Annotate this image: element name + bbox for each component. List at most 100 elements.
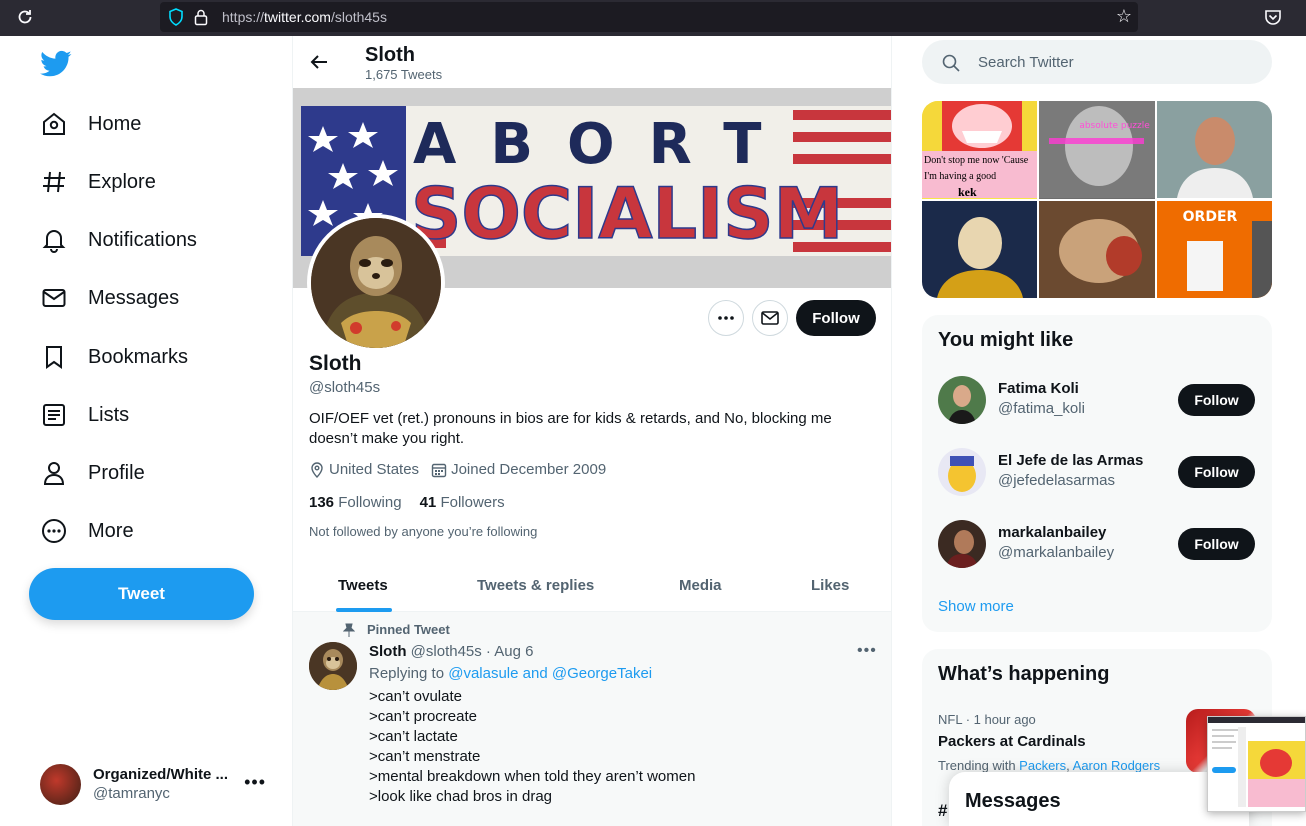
nav-bookmarks[interactable]: Bookmarks [40,337,188,377]
calendar-icon [431,463,447,477]
account-name: Organized/White ... [93,766,229,783]
suggested-user-handle: @markalanbailey [998,544,1115,561]
twitter-logo-icon[interactable] [40,50,72,78]
profile-handle: @sloth45s [309,379,381,396]
more-dots-icon [718,316,734,320]
nav-explore[interactable]: Explore [40,162,156,202]
follow-button[interactable]: Follow [1178,384,1255,416]
profile-name: Sloth [309,352,362,375]
header-name: Sloth [365,44,415,66]
card-title: You might like [938,329,1074,351]
tab-tweets[interactable]: Tweets [338,577,388,594]
lock-icon[interactable] [194,8,208,26]
message-button[interactable] [752,300,788,336]
account-switcher[interactable]: Organized/White ... @tamranyc ••• [40,762,280,806]
mail-icon [761,311,779,325]
search-input[interactable]: Search Twitter [978,54,1074,71]
messages-drawer[interactable]: Messages [949,772,1249,826]
more-options-button[interactable] [708,300,744,336]
order-caption: ORDER [1182,208,1238,225]
reload-icon[interactable] [16,8,36,28]
header-tweet-count: 1,675 Tweets [365,67,443,82]
mail-icon [40,284,68,312]
home-icon [40,110,68,138]
nav-label: Lists [88,403,130,426]
reply-mentions-link[interactable]: @valasule and @GeorgeTakei [448,665,652,682]
nav-notifications[interactable]: Notifications [40,220,197,260]
suggested-user-name: El Jefe de las Armas [998,452,1144,469]
pin-icon [343,623,355,637]
tweet-avatar[interactable] [309,642,357,690]
follow-button[interactable]: Follow [1178,528,1255,560]
screenshot-preview-thumbnail[interactable] [1207,716,1306,812]
media-thumb-order[interactable]: ORDER [1156,200,1272,298]
media-thumb-puzzle[interactable]: absolute puzzle [1039,101,1155,199]
address-bar[interactable]: https://twitter.com/sloth45s ☆ [160,2,1138,32]
account-handle: @tamranyc [93,785,170,802]
you-might-like-card: You might like Fatima Koli @fatima_koli … [922,315,1272,632]
profile-tabs: Tweets Tweets & replies Media Likes [293,563,891,612]
avatar [938,520,986,568]
trend-meta: NFL · 1 hour ago [938,712,1036,727]
puzzle-caption: absolute puzzle [1079,121,1150,131]
tweet-more-icon[interactable]: ••• [857,642,877,660]
tweet-author[interactable]: Sloth [369,643,407,660]
nav-more[interactable]: More [40,511,134,551]
nav-label: Profile [88,461,145,484]
nav-lists[interactable]: Lists [40,395,129,435]
trend-link-rodgers[interactable]: Aaron Rodgers [1073,758,1160,773]
back-arrow-icon[interactable] [309,52,329,72]
media-thumb-cat[interactable] [1039,200,1155,299]
nav-home[interactable]: Home [40,104,141,144]
pinned-tweet[interactable]: Pinned Tweet Sloth @sloth45s · Aug 6 •••… [293,612,891,826]
pocket-icon[interactable] [1264,8,1282,26]
avatar [40,763,81,805]
left-sidebar: Home Explore Notifications Messages Book… [0,36,292,826]
tweet-text: >can’t ovulate >can’t procreate >can’t l… [369,688,696,805]
bookmark-icon [40,343,68,371]
search-icon [942,54,960,72]
suggested-user[interactable]: markalanbailey @markalanbailey Follow [938,518,1256,570]
media-thumb-doctor[interactable] [1156,101,1272,199]
meme-kek: kek [958,185,977,199]
show-more-link[interactable]: Show more [938,598,1014,615]
suggested-user-handle: @jefedelasarmas [998,472,1115,489]
suggested-user-name: markalanbailey [998,524,1107,541]
tweet-button[interactable]: Tweet [29,568,254,620]
trend-link-packers[interactable]: Packers [1019,758,1066,773]
card-title: What’s happening [938,663,1110,685]
nav-label: Notifications [88,228,197,251]
shield-icon[interactable] [168,8,184,26]
suggested-user-name: Fatima Koli [998,380,1079,397]
profile-avatar[interactable] [307,214,445,352]
url-text[interactable]: https://twitter.com/sloth45s [222,9,387,25]
follow-button[interactable]: Follow [796,300,876,336]
location-pin-icon [311,461,323,478]
following-link[interactable]: 136 Following [309,494,402,511]
media-thumb-meme[interactable]: Don't stop me now 'Cause I'm having a go… [922,101,1038,199]
follow-button[interactable]: Follow [1178,456,1255,488]
tab-media[interactable]: Media [679,577,722,594]
more-dots-icon[interactable]: ••• [244,772,266,793]
search-box[interactable]: Search Twitter [922,40,1272,84]
nav-profile[interactable]: Profile [40,453,145,493]
suggested-user[interactable]: Fatima Koli @fatima_koli Follow [938,374,1256,426]
messages-drawer-title: Messages [965,790,1061,812]
suggested-user[interactable]: El Jefe de las Armas @jefedelasarmas Fol… [938,446,1256,498]
nav-label: More [88,519,134,542]
pinned-label: Pinned Tweet [343,622,450,637]
tab-likes[interactable]: Likes [811,577,849,594]
media-thumb-data[interactable] [922,200,1038,299]
bookmark-star-icon[interactable]: ☆ [1116,6,1132,27]
browser-toolbar: https://twitter.com/sloth45s ☆ [0,0,1306,36]
nav-label: Messages [88,286,180,309]
banner-line1: ABORT [413,112,795,177]
trend-title[interactable]: Packers at Cardinals [938,733,1086,750]
avatar [938,448,986,496]
nav-messages[interactable]: Messages [40,278,179,318]
tab-tweets-replies[interactable]: Tweets & replies [477,577,594,594]
followers-link[interactable]: 41 Followers [420,494,505,511]
profile-meta: United States Joined December 2009 [309,461,618,478]
replying-to: Replying to @valasule and @GeorgeTakei [369,665,653,682]
nav-label: Home [88,112,142,135]
